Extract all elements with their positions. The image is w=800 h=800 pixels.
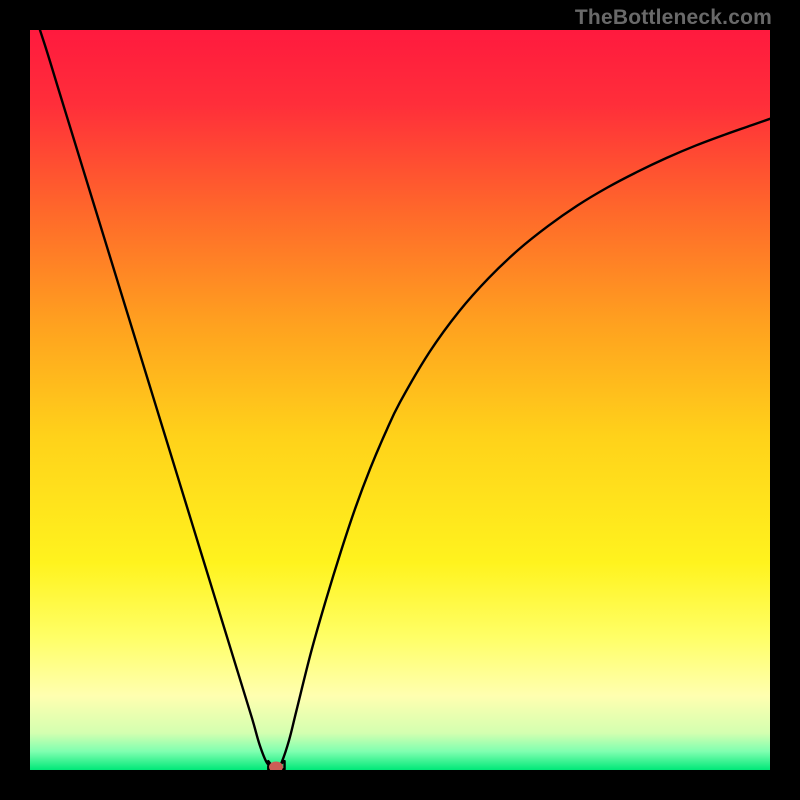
watermark-text: TheBottleneck.com: [575, 6, 772, 30]
bottleneck-curve: [30, 30, 770, 770]
optimal-point-marker: [269, 762, 283, 770]
chart-frame: TheBottleneck.com: [0, 0, 800, 800]
plot-area: [30, 30, 770, 770]
